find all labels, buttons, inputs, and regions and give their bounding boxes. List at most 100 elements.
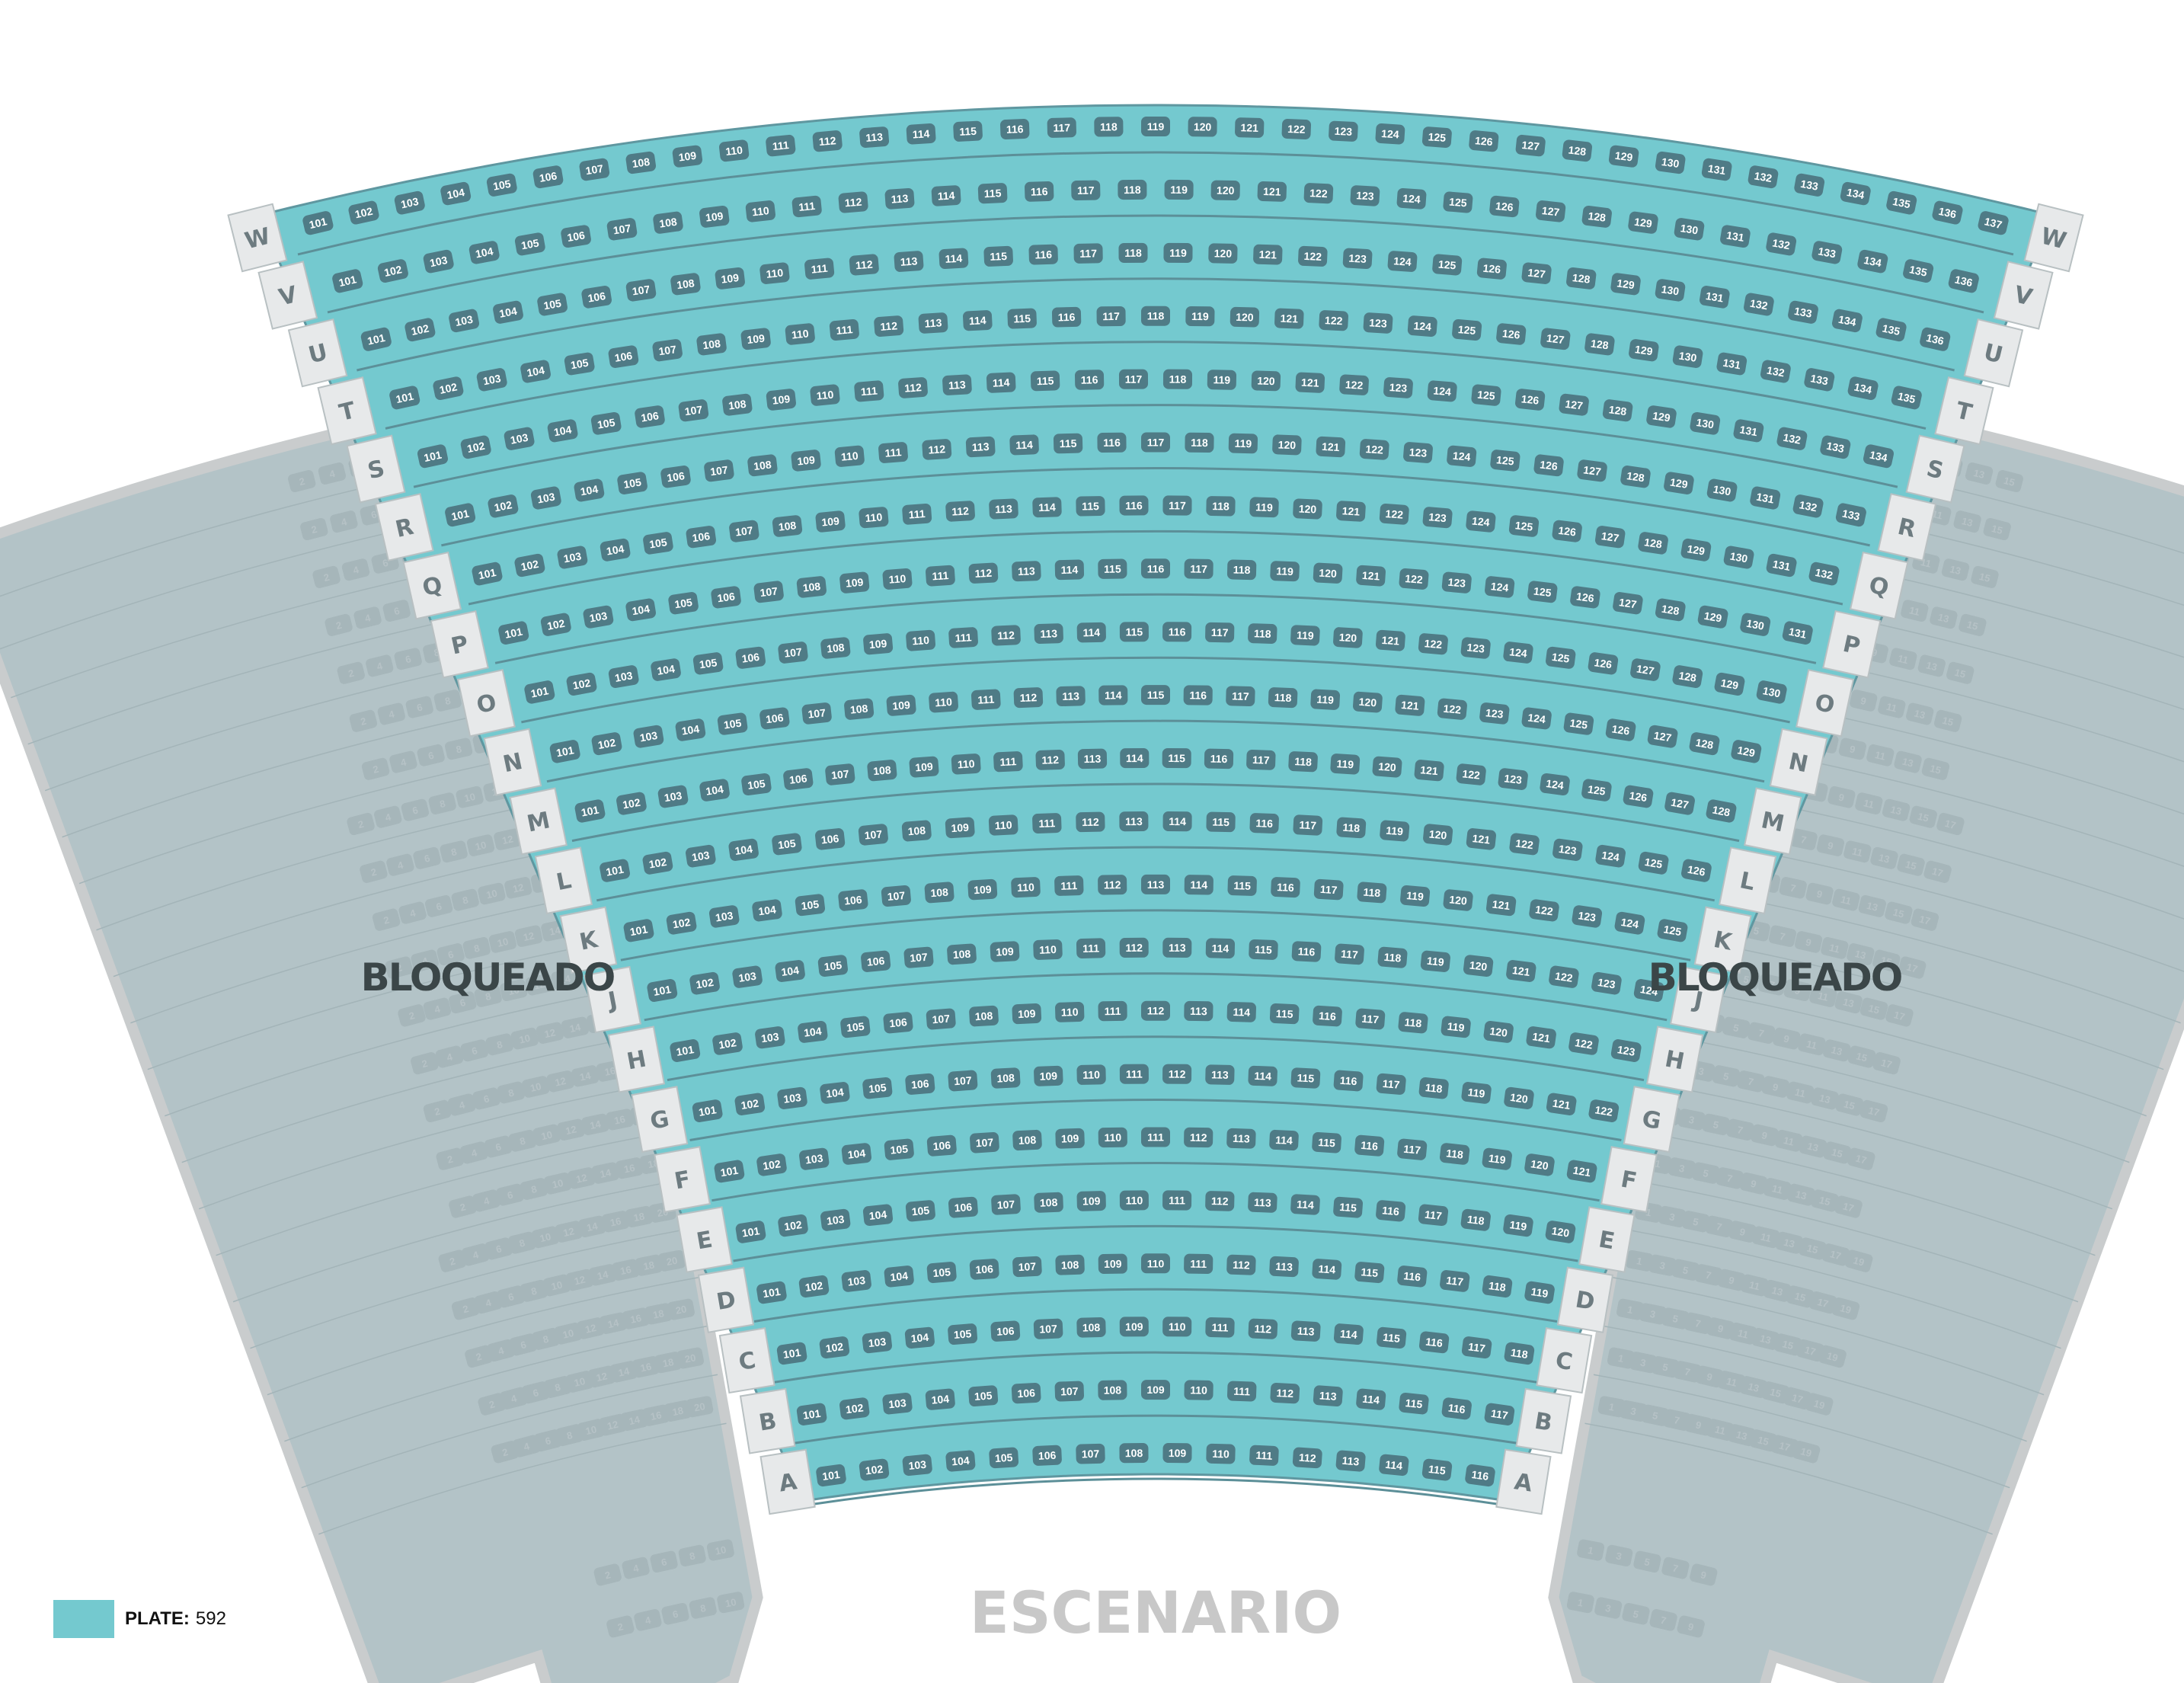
- plate-seat[interactable]: 125: [1527, 581, 1558, 603]
- plate-seat[interactable]: 116: [1313, 1005, 1343, 1027]
- plate-seat[interactable]: 114: [1312, 1259, 1342, 1280]
- plate-seat[interactable]: 107: [1033, 1318, 1063, 1339]
- plate-seat[interactable]: 117: [1226, 686, 1255, 707]
- plate-seat[interactable]: 124: [1387, 251, 1418, 273]
- plate-seat[interactable]: 128: [1562, 139, 1593, 162]
- plate-seat[interactable]: 114: [1226, 1002, 1256, 1022]
- plate-seat[interactable]: 121: [1375, 629, 1405, 651]
- plate-seat[interactable]: 102: [777, 1214, 808, 1237]
- plate-seat[interactable]: 108: [721, 393, 753, 416]
- plate-seat[interactable]: 114: [1120, 748, 1150, 769]
- plate-seat[interactable]: 114: [1162, 811, 1192, 832]
- plate-seat[interactable]: 113: [989, 498, 1018, 520]
- plate-seat[interactable]: 114: [1356, 1388, 1386, 1410]
- plate-seat[interactable]: 105: [740, 773, 772, 796]
- plate-seat[interactable]: 122: [1379, 503, 1409, 525]
- plate-seat[interactable]: 112: [945, 501, 975, 522]
- plate-seat[interactable]: 114: [1379, 1454, 1409, 1477]
- plate-seat[interactable]: 121: [1485, 894, 1517, 917]
- plate-seat[interactable]: 111: [970, 689, 1001, 710]
- plate-seat[interactable]: 121: [1356, 565, 1386, 587]
- plate-seat[interactable]: 108: [867, 760, 897, 782]
- plate-seat[interactable]: 114: [963, 310, 993, 331]
- plate-seat[interactable]: 119: [1330, 754, 1361, 775]
- plate-seat[interactable]: 116: [1119, 495, 1149, 516]
- plate-seat[interactable]: 109: [839, 571, 870, 594]
- plate-seat[interactable]: 106: [1032, 1445, 1062, 1466]
- plate-seat[interactable]: 116: [1204, 748, 1234, 770]
- plate-seat[interactable]: 111: [854, 380, 884, 402]
- plate-seat[interactable]: 126: [1569, 585, 1600, 609]
- plate-seat[interactable]: 125: [1581, 778, 1612, 802]
- plate-seat[interactable]: 129: [1627, 211, 1658, 235]
- plate-seat[interactable]: 110: [718, 139, 750, 162]
- plate-seat[interactable]: 116: [1051, 306, 1082, 328]
- plate-seat[interactable]: 110: [882, 568, 913, 590]
- plate-seat[interactable]: 109: [791, 449, 821, 472]
- plate-seat[interactable]: 118: [1226, 559, 1257, 581]
- plate-seat[interactable]: 117: [1461, 1336, 1492, 1359]
- plate-seat[interactable]: 125: [1563, 712, 1594, 736]
- plate-seat[interactable]: 121: [1336, 501, 1366, 522]
- plate-seat[interactable]: 105: [905, 1200, 935, 1222]
- plate-seat[interactable]: 117: [1047, 117, 1076, 138]
- plate-seat[interactable]: 104: [904, 1326, 935, 1349]
- plate-seat[interactable]: 110: [859, 507, 889, 529]
- plate-seat[interactable]: 123: [1460, 637, 1491, 660]
- plate-seat[interactable]: 112: [849, 254, 879, 276]
- plate-seat[interactable]: 128: [1620, 465, 1651, 488]
- plate-seat[interactable]: 115: [1227, 875, 1257, 896]
- plate-seat[interactable]: 111: [1226, 1381, 1257, 1402]
- plate-seat[interactable]: 108: [772, 514, 803, 537]
- plate-seat[interactable]: 117: [1118, 369, 1149, 389]
- plate-seat[interactable]: 109: [1119, 1317, 1149, 1337]
- plate-seat[interactable]: 110: [834, 445, 865, 467]
- plate-seat[interactable]: 114: [906, 123, 936, 145]
- plate-seat[interactable]: 119: [1270, 561, 1300, 582]
- plate-seat[interactable]: 123: [1342, 248, 1373, 269]
- plate-seat[interactable]: 106: [926, 1134, 957, 1157]
- plate-seat[interactable]: 125: [1432, 254, 1463, 276]
- plate-seat[interactable]: 104: [751, 898, 782, 922]
- plate-seat[interactable]: 103: [902, 1454, 932, 1477]
- plate-seat[interactable]: 113: [1248, 1192, 1277, 1214]
- plate-seat[interactable]: 120: [1188, 117, 1217, 137]
- plate-seat[interactable]: 109: [1098, 1253, 1127, 1275]
- plate-seat[interactable]: 107: [753, 581, 785, 603]
- plate-seat[interactable]: 107: [825, 763, 855, 786]
- plate-seat[interactable]: 118: [1336, 817, 1367, 839]
- plate-seat[interactable]: 106: [814, 827, 846, 850]
- plate-seat[interactable]: 107: [678, 398, 709, 422]
- plate-seat[interactable]: 105: [948, 1323, 978, 1345]
- plate-seat[interactable]: 103: [776, 1086, 807, 1110]
- plate-seat[interactable]: 106: [759, 707, 790, 730]
- plate-seat[interactable]: 129: [1610, 272, 1642, 296]
- plate-seat[interactable]: 124: [1396, 187, 1427, 210]
- plate-seat[interactable]: 118: [1439, 1142, 1470, 1165]
- plate-seat[interactable]: 116: [1333, 1070, 1364, 1092]
- plate-seat[interactable]: 119: [1310, 689, 1341, 710]
- plate-seat[interactable]: 116: [1141, 558, 1170, 579]
- plate-seat[interactable]: 112: [1226, 1254, 1256, 1275]
- plate-seat[interactable]: 118: [1504, 1342, 1535, 1365]
- plate-seat[interactable]: 128: [1602, 398, 1633, 422]
- plate-seat[interactable]: 112: [874, 315, 904, 338]
- plate-seat[interactable]: 115: [1290, 1067, 1321, 1089]
- plate-seat[interactable]: 117: [1439, 1269, 1470, 1292]
- plate-seat[interactable]: 116: [1397, 1265, 1428, 1288]
- plate-seat[interactable]: 118: [1094, 117, 1124, 137]
- plate-seat[interactable]: 104: [699, 778, 730, 802]
- plate-seat[interactable]: 103: [882, 1392, 913, 1415]
- plate-seat[interactable]: 116: [1249, 813, 1279, 834]
- plate-seat[interactable]: 105: [771, 833, 802, 856]
- plate-seat[interactable]: 115: [1162, 748, 1191, 769]
- plate-seat[interactable]: 111: [878, 442, 909, 464]
- plate-seat[interactable]: 118: [1248, 623, 1277, 645]
- plate-seat[interactable]: 114: [1009, 434, 1039, 456]
- plate-seat[interactable]: 126: [1588, 651, 1619, 675]
- plate-seat[interactable]: 126: [1469, 130, 1499, 152]
- plate-seat[interactable]: 123: [1552, 838, 1583, 862]
- plate-seat[interactable]: 117: [1184, 558, 1214, 579]
- plate-seat[interactable]: 118: [1162, 369, 1193, 389]
- plate-seat[interactable]: 111: [902, 503, 932, 525]
